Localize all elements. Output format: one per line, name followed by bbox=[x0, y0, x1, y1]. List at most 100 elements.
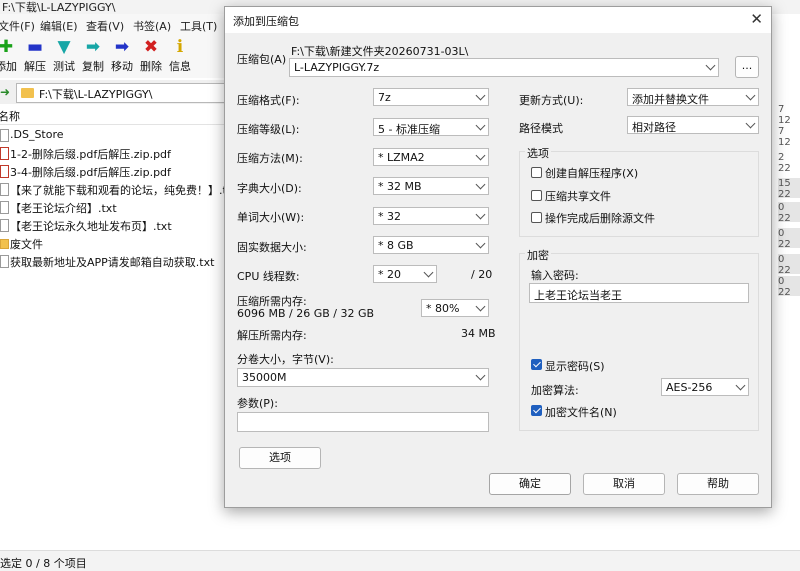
list-cell: 15 22 bbox=[778, 178, 800, 200]
word-select[interactable]: * 32 bbox=[373, 207, 489, 225]
word-label: 单词大小(W): bbox=[237, 211, 305, 224]
show-password-checkbox[interactable] bbox=[531, 359, 542, 370]
file-row[interactable]: 1-2-删除后缀.pdf后解压.zip.pdf bbox=[0, 144, 230, 162]
menu-bookmarks[interactable]: 书签(A) bbox=[133, 18, 171, 34]
menu-view[interactable]: 查看(V) bbox=[86, 18, 124, 34]
file-icon bbox=[0, 201, 9, 214]
toolbar-delete-button[interactable]: ✖ 删除 bbox=[138, 36, 164, 74]
path-mode-select[interactable]: 相对路径 bbox=[627, 116, 759, 134]
chevron-down-icon bbox=[475, 179, 486, 190]
chevron-down-icon bbox=[745, 118, 756, 129]
encrypt-names-label[interactable]: 加密文件名(N) bbox=[545, 404, 617, 420]
up-arrow-icon[interactable]: ➜ bbox=[0, 85, 10, 99]
toolbar-label: 信息 bbox=[169, 60, 191, 73]
path-mode-label: 路径模式 bbox=[519, 122, 563, 135]
ok-button[interactable]: 确定 bbox=[489, 473, 571, 495]
update-select[interactable]: 添加并替换文件 bbox=[627, 88, 759, 106]
add-to-archive-dialog: 添加到压缩包 ✕ 压缩包(A) F:\下载\新建文件夹20260731-03L\… bbox=[224, 6, 772, 508]
delete-source-label[interactable]: 操作完成后删除源文件 bbox=[545, 210, 655, 226]
pdf-file-icon bbox=[0, 147, 9, 160]
options-group-title: 选项 bbox=[525, 145, 551, 161]
file-row[interactable]: 【老王论坛介绍】.txt bbox=[0, 198, 230, 216]
file-row[interactable]: 3-4-删除后缀.pdf后解压.zip.pdf bbox=[0, 162, 230, 180]
toolbar-label: 测试 bbox=[53, 60, 75, 73]
mem-percent-select[interactable]: * 80% bbox=[421, 299, 489, 317]
close-icon[interactable]: ✕ bbox=[750, 10, 763, 28]
file-name: 3-4-删除后缀.pdf后解压.zip.pdf bbox=[10, 166, 171, 179]
folder-icon bbox=[21, 88, 34, 98]
toolbar-label: 复制 bbox=[82, 60, 104, 73]
toolbar-add-button[interactable]: ✚ 添加 bbox=[0, 36, 19, 74]
address-input[interactable]: F:\下载\L-LAZYPIGGY\ bbox=[16, 83, 228, 103]
shared-label[interactable]: 压缩共享文件 bbox=[545, 188, 611, 204]
file-row[interactable]: 废文件 bbox=[0, 234, 230, 252]
browse-button[interactable]: ... bbox=[735, 56, 759, 78]
toolbar-label: 移动 bbox=[111, 60, 133, 73]
toolbar-label: 解压 bbox=[24, 60, 46, 73]
help-button[interactable]: 帮助 bbox=[677, 473, 759, 495]
params-input[interactable] bbox=[237, 412, 489, 432]
update-label: 更新方式(U): bbox=[519, 94, 584, 107]
toolbar-label: 添加 bbox=[0, 60, 17, 73]
file-name: 废文件 bbox=[10, 238, 43, 251]
method-select[interactable]: * LZMA2 bbox=[373, 148, 489, 166]
dict-select[interactable]: * 32 MB bbox=[373, 177, 489, 195]
file-name: 1-2-删除后缀.pdf后解压.zip.pdf bbox=[10, 148, 171, 161]
test-icon: ▼ bbox=[57, 37, 71, 57]
column-header-name[interactable]: 名称 bbox=[0, 106, 230, 125]
list-cell: 0 22 bbox=[778, 202, 800, 224]
level-select[interactable]: 5 - 标准压缩 bbox=[373, 118, 489, 136]
sfx-label[interactable]: 创建自解压程序(X) bbox=[545, 165, 638, 181]
toolbar-info-button[interactable]: ℹ 信息 bbox=[167, 36, 193, 74]
file-row[interactable]: 【来了就能下载和观看的论坛，纯免费！】.txt bbox=[0, 180, 238, 198]
main-toolbar: ✚ 添加 ▬ 解压 ▼ 测试 ➡ 复制 ➡ 移动 ✖ 删除 ℹ 信息 bbox=[0, 36, 230, 78]
menu-edit[interactable]: 编辑(E) bbox=[40, 18, 78, 34]
list-cell: 7 12 bbox=[778, 126, 791, 148]
shared-checkbox[interactable] bbox=[531, 190, 542, 201]
format-label: 压缩格式(F): bbox=[237, 94, 300, 107]
solid-select[interactable]: * 8 GB bbox=[373, 236, 489, 254]
dict-label: 字典大小(D): bbox=[237, 182, 302, 195]
info-icon: ℹ bbox=[176, 37, 184, 57]
cancel-button[interactable]: 取消 bbox=[583, 473, 665, 495]
list-cell: 7 12 bbox=[778, 104, 791, 126]
file-name: 【来了就能下载和观看的论坛，纯免费！】.txt bbox=[10, 184, 238, 197]
format-select[interactable]: 7z bbox=[373, 88, 489, 106]
file-icon bbox=[0, 183, 9, 196]
archive-name-combo[interactable]: L-LAZYPIGGY.7z bbox=[289, 58, 719, 77]
file-row[interactable]: 【老王论坛永久地址发布页】.txt bbox=[0, 216, 230, 234]
file-row[interactable]: 获取最新地址及APP请发邮箱自动获取.txt bbox=[0, 252, 230, 270]
sfx-checkbox[interactable] bbox=[531, 167, 542, 178]
dialog-title: 添加到压缩包 bbox=[233, 15, 299, 28]
toolbar-move-button[interactable]: ➡ 移动 bbox=[109, 36, 135, 74]
file-name: 获取最新地址及APP请发邮箱自动获取.txt bbox=[10, 256, 215, 269]
chevron-down-icon bbox=[475, 150, 486, 161]
method-label: 压缩方法(M): bbox=[237, 152, 303, 165]
show-password-label[interactable]: 显示密码(S) bbox=[545, 358, 605, 374]
menu-tools[interactable]: 工具(T) bbox=[180, 18, 217, 34]
mem-decomp-label: 解压所需内存: bbox=[237, 329, 307, 342]
file-name: 【老王论坛介绍】.txt bbox=[10, 202, 117, 215]
chevron-down-icon bbox=[475, 301, 486, 312]
chevron-down-icon bbox=[705, 60, 716, 71]
file-row[interactable]: .DS_Store bbox=[0, 126, 230, 144]
dialog-titlebar: 添加到压缩包 ✕ bbox=[225, 7, 771, 33]
toolbar-extract-button[interactable]: ▬ 解压 bbox=[22, 36, 48, 74]
level-label: 压缩等级(L): bbox=[237, 123, 300, 136]
move-icon: ➡ bbox=[114, 37, 130, 57]
chevron-down-icon bbox=[745, 90, 756, 101]
chevron-down-icon bbox=[475, 120, 486, 131]
encrypt-names-checkbox[interactable] bbox=[531, 405, 542, 416]
toolbar-test-button[interactable]: ▼ 测试 bbox=[51, 36, 77, 74]
cpu-select[interactable]: * 20 bbox=[373, 265, 437, 283]
chevron-down-icon bbox=[475, 370, 486, 381]
split-select[interactable]: 35000M bbox=[237, 368, 489, 387]
menu-file[interactable]: 文件(F) bbox=[0, 18, 35, 34]
file-name: 【老王论坛永久地址发布页】.txt bbox=[10, 220, 172, 233]
delete-source-checkbox[interactable] bbox=[531, 212, 542, 223]
enc-method-select[interactable]: AES-256 bbox=[661, 378, 749, 396]
options-button[interactable]: 选项 bbox=[239, 447, 321, 469]
delete-icon: ✖ bbox=[143, 37, 159, 57]
password-input[interactable]: 上老王论坛当老王 bbox=[529, 283, 749, 303]
toolbar-copy-button[interactable]: ➡ 复制 bbox=[80, 36, 106, 74]
